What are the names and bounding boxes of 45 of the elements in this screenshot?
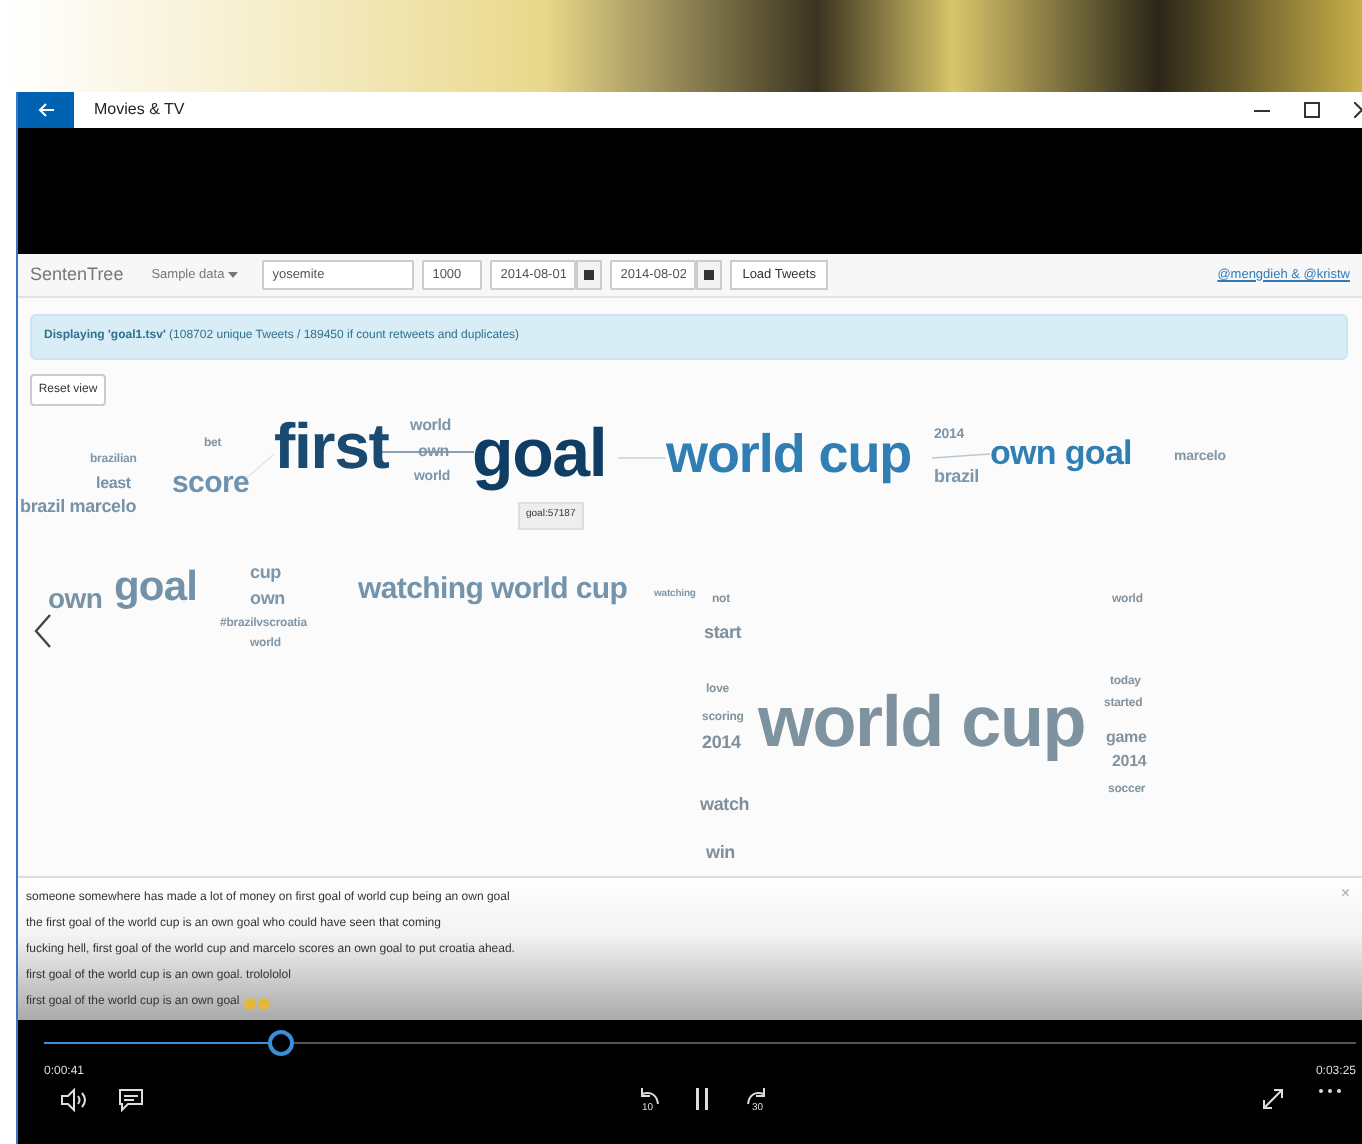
tree-word: world cup: [666, 428, 912, 482]
pause-button[interactable]: [694, 1088, 710, 1110]
tree-word: start: [704, 624, 742, 642]
fullscreen-button[interactable]: [1262, 1088, 1284, 1110]
calendar-button[interactable]: [696, 260, 723, 290]
calendar-icon: [704, 270, 715, 280]
calendar-icon: [584, 270, 595, 280]
tree-word: watching world cup: [358, 574, 628, 604]
tree-word: score: [172, 468, 250, 498]
tree-word: world: [410, 418, 452, 434]
tree-word: goal: [114, 566, 197, 608]
tree-word: least: [96, 476, 131, 492]
speech-bubble-icon: [118, 1088, 144, 1112]
volume-button[interactable]: [60, 1088, 88, 1112]
tree-word: brazil marcelo: [20, 498, 137, 516]
tree-word: cup: [250, 564, 281, 582]
tree-word: own goal: [990, 436, 1132, 470]
tree-word: goal: [472, 420, 607, 488]
pause-icon: [694, 1088, 710, 1110]
window-title: Movies & TV: [94, 98, 185, 122]
tree-word: win: [706, 844, 735, 862]
tree-word: 2014: [1112, 754, 1147, 770]
calendar-button[interactable]: [576, 260, 603, 290]
previous-icon[interactable]: [34, 614, 52, 648]
speaker-icon: [60, 1088, 88, 1112]
more-icon: [1318, 1088, 1342, 1094]
subtitles-button[interactable]: [118, 1088, 144, 1112]
tree-word: game: [1106, 730, 1147, 746]
tree-word: own: [48, 584, 103, 612]
brand-name[interactable]: SentenTree: [30, 261, 124, 289]
back-button[interactable]: [18, 92, 74, 128]
link-line: [931, 453, 991, 459]
link-line: [617, 457, 667, 459]
maximize-icon[interactable]: [1304, 102, 1320, 118]
tree-word: own: [250, 590, 285, 608]
seek-thumb[interactable]: [268, 1030, 295, 1056]
caret-icon: [228, 272, 239, 278]
expand-icon: [1262, 1088, 1284, 1110]
back-icon: [37, 102, 55, 118]
tree-word: brazil: [934, 468, 979, 486]
tree-word: world cup: [758, 686, 1086, 758]
tree-word: watch: [700, 796, 750, 814]
tree-word: first: [274, 414, 389, 478]
more-button[interactable]: [1318, 1088, 1342, 1094]
tree-word: 2014: [702, 734, 741, 752]
